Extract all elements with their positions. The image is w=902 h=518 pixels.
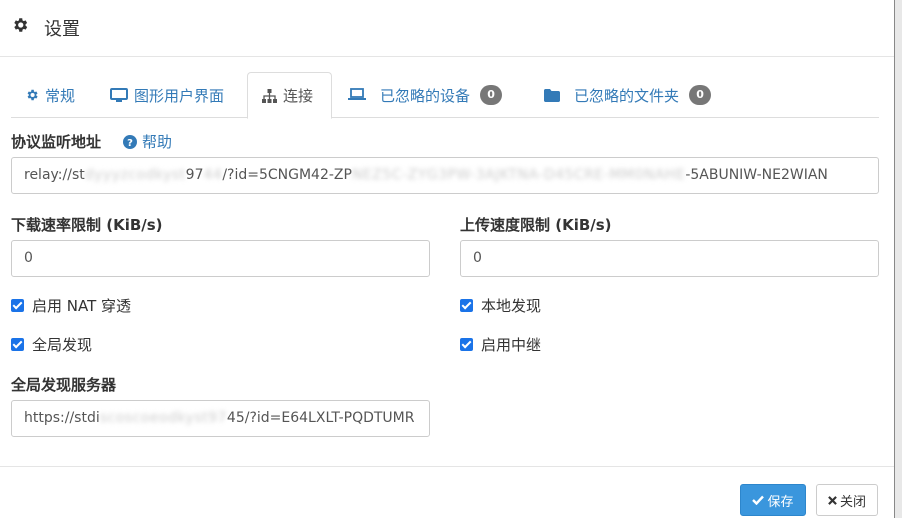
tab-connections[interactable]: 连接 [247, 72, 332, 119]
tab-ignored-devices-label: 已忽略的设备 [380, 86, 471, 105]
tab-gui-label: 图形用户界面 [134, 86, 225, 105]
help-link-label: 帮助 [142, 133, 173, 151]
gear-icon [27, 89, 38, 101]
tab-general-label: 常规 [45, 86, 76, 105]
question-circle-icon: ? [123, 134, 137, 149]
global-discovery-servers-input[interactable]: https://stdiscoscoeodkyst9745/?id=E64LXL… [11, 400, 430, 437]
ignored-folders-badge: 0 [689, 85, 712, 105]
listen-value-masked-3: NEZ5C-ZYG3PW-3AJKTNA-D45CRE-MM0NAHE [351, 167, 686, 183]
modal-header: 设置 [0, 0, 894, 57]
checkbox-checked[interactable] [11, 299, 24, 312]
download-limit-input[interactable]: 0 [11, 240, 430, 277]
tab-ignored-folders-label: 已忽略的文件夹 [574, 86, 680, 105]
local-discovery-label: 本地发现 [481, 297, 542, 315]
relaying-checkbox[interactable]: 启用中继 [460, 334, 541, 355]
tab-gui[interactable]: 图形用户界面 [110, 72, 224, 118]
relaying-label: 启用中继 [481, 336, 542, 354]
tab-ignored-folders[interactable]: 已忽略的文件夹 0 [544, 72, 712, 118]
help-link[interactable]: ? 帮助 [123, 131, 172, 152]
download-limit-label: 下载速率限制 (KiB/s) [11, 216, 163, 234]
gear-icon [14, 18, 28, 32]
close-button-label: 关闭 [839, 494, 866, 510]
listen-value-masked-2: 44 [203, 167, 223, 183]
listen-value-masked-1: dyyyzcodkyst [84, 167, 186, 183]
close-icon [828, 495, 837, 505]
tab-general[interactable]: 常规 [25, 72, 75, 118]
modal-footer: 保存 关闭 [0, 466, 894, 518]
close-button[interactable]: 关闭 [816, 484, 878, 516]
discovery-value-masked: scoscoeodkyst97 [99, 410, 227, 426]
nat-traversal-label: 启用 NAT 穿透 [32, 297, 132, 315]
checkbox-checked[interactable] [460, 338, 473, 351]
laptop-icon [348, 88, 366, 100]
global-discovery-label: 全局发现 [32, 336, 93, 354]
sitemap-icon [262, 88, 277, 103]
discovery-value-start: https://stdi [24, 410, 100, 426]
checkbox-checked[interactable] [11, 338, 24, 351]
upload-limit-label: 上传速度限制 (KiB/s) [460, 216, 612, 234]
listen-value-mid: 97 [185, 167, 204, 183]
svg-text:?: ? [127, 138, 133, 149]
save-button-label: 保存 [767, 494, 794, 510]
listen-value-mid2: /?id=5CNGM42-ZP [222, 167, 352, 183]
discovery-value-end: 45/?id=E64LXLT-PQDTUMR [226, 410, 415, 426]
listen-address-input[interactable]: relay://stdyyyzcodkyst9744/?id=5CNGM42-Z… [11, 157, 879, 194]
global-discovery-checkbox[interactable]: 全局发现 [11, 334, 92, 355]
modal-title: 设置 [44, 19, 80, 40]
listen-value-start: relay://st [24, 167, 85, 183]
desktop-icon [110, 87, 128, 102]
listen-value-end: -5ABUNIW-NE2WIAN [685, 167, 828, 183]
tab-connections-label: 连接 [283, 87, 314, 105]
settings-tabs: 常规 图形用户界面 连接 已忽略的设备 0 已忽略的文件夹 0 [11, 72, 879, 119]
background-page-edge [894, 0, 902, 518]
settings-modal: 设置 常规 图形用户界面 连接 已忽略的设备 0 已忽略的文件夹 0 协议监听地… [0, 0, 894, 518]
folder-icon [544, 88, 560, 102]
global-discovery-servers-label: 全局发现服务器 [11, 376, 117, 394]
nat-traversal-checkbox[interactable]: 启用 NAT 穿透 [11, 295, 131, 316]
tab-ignored-devices[interactable]: 已忽略的设备 0 [348, 72, 503, 118]
check-icon [752, 495, 765, 505]
checkbox-checked[interactable] [460, 299, 473, 312]
save-button[interactable]: 保存 [740, 484, 806, 516]
local-discovery-checkbox[interactable]: 本地发现 [460, 295, 541, 316]
listen-address-label: 协议监听地址 [11, 133, 102, 151]
upload-limit-input[interactable]: 0 [460, 240, 879, 277]
ignored-devices-badge: 0 [480, 85, 503, 105]
